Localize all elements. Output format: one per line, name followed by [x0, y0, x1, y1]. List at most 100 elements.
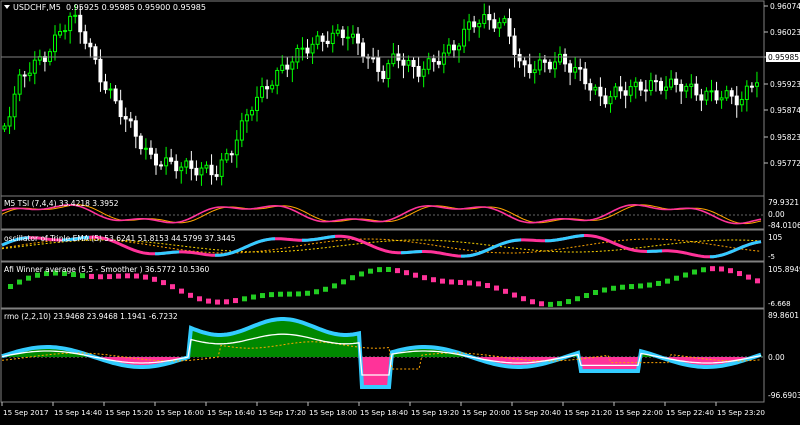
- afi-bar: [98, 274, 103, 280]
- time-tick-label: 15 Sep 18:00: [309, 408, 357, 417]
- candle-body: [623, 90, 628, 96]
- candle-body: [451, 44, 456, 51]
- candle-body: [103, 81, 108, 91]
- afi-bar: [530, 299, 535, 305]
- afi-bar: [584, 293, 589, 299]
- trading-terminal-chart[interactable]: USDCHF,M5 0.95925 0.95985 0.95900 0.9598…: [0, 0, 800, 421]
- tema-scale-bottom: -5: [768, 253, 775, 261]
- candle-body: [234, 139, 239, 156]
- candle-body: [12, 93, 17, 118]
- candle-body: [295, 47, 300, 63]
- candle-body: [568, 63, 573, 73]
- candle-body: [426, 58, 431, 70]
- candle-body: [169, 157, 174, 162]
- candle-body: [244, 114, 249, 122]
- afi-bar: [665, 278, 670, 284]
- tema-up-segment: [400, 250, 423, 255]
- afi-bar: [170, 284, 175, 290]
- afi-bar: [161, 280, 166, 286]
- candle-body: [669, 78, 674, 88]
- candle-body: [638, 81, 643, 91]
- time-tick-label: 15 Sep 21:20: [564, 408, 612, 417]
- candle-body: [436, 61, 441, 65]
- candle-body: [502, 18, 507, 24]
- candle-body: [199, 167, 204, 176]
- candle-body: [381, 70, 386, 79]
- candle-body: [345, 36, 350, 39]
- afi-bar: [656, 280, 661, 286]
- afi-bar: [332, 283, 337, 289]
- afi-bar: [269, 292, 274, 298]
- candle-body: [53, 34, 57, 53]
- candle-body: [300, 47, 305, 50]
- rmo-scale-top: 89.8601: [768, 311, 799, 320]
- candle-body: [679, 83, 684, 92]
- afi-bar: [296, 291, 301, 297]
- time-tick-label: 15 Sep 16:00: [156, 408, 204, 417]
- afi-bar: [638, 283, 643, 289]
- candle-body: [467, 21, 472, 30]
- time-tick-label: 15 Sep 22:40: [666, 408, 714, 417]
- candle-body: [17, 74, 22, 95]
- candle-body: [159, 164, 164, 167]
- candle-body: [522, 60, 527, 66]
- candle-body: [643, 89, 648, 92]
- tsi-scale-bottom: -84.0106: [768, 221, 800, 230]
- candle-body: [270, 84, 275, 90]
- candle-body: [184, 160, 189, 168]
- candle-body: [724, 90, 729, 99]
- candle-body: [391, 53, 396, 65]
- candle-body: [492, 19, 497, 29]
- time-tick-label: 15 Sep 16:40: [207, 408, 255, 417]
- candle-body: [653, 80, 658, 83]
- afi-bar: [575, 296, 580, 302]
- afi-bar: [251, 294, 256, 300]
- candle-body: [249, 109, 254, 116]
- candle-body: [361, 42, 366, 58]
- afi-bar: [134, 273, 139, 279]
- candle-body: [275, 69, 280, 86]
- candle-body: [350, 33, 355, 38]
- candle-body: [739, 98, 744, 106]
- candle-body: [462, 28, 467, 47]
- candle-body: [108, 88, 113, 91]
- candle-body: [118, 100, 123, 118]
- candle-body: [446, 44, 451, 54]
- tema-title: oscillator of Triple EMA (5) 53.6241 51.…: [4, 234, 236, 243]
- candle-body: [7, 116, 12, 127]
- afi-bar: [512, 292, 517, 298]
- time-tick-label: 15 Sep 22:00: [615, 408, 663, 417]
- afi-bar: [503, 288, 508, 294]
- afi-bar: [620, 284, 625, 290]
- candle-body: [265, 86, 270, 90]
- candle-body: [78, 14, 83, 33]
- price-tick-label: 0.95772: [770, 159, 800, 168]
- tema-up-segment: [154, 250, 180, 256]
- rmo-title: rmo (2,2,10) 23.9468 23.9468 1.1941 -6.7…: [4, 312, 178, 321]
- afi-bar: [206, 298, 211, 304]
- afi-bar: [386, 266, 391, 272]
- afi-bar: [188, 292, 193, 298]
- candle-body: [2, 125, 7, 130]
- afi-bar: [485, 283, 490, 289]
- candle-body: [209, 164, 214, 176]
- afi-title: Afi Winner average (5,5 - Smoother ) 36.…: [4, 265, 210, 274]
- candle-body: [542, 59, 547, 63]
- afi-bar: [440, 278, 445, 284]
- afi-bar: [557, 301, 562, 307]
- candle-body: [58, 31, 63, 36]
- afi-bar: [458, 279, 463, 285]
- afi-bar: [413, 272, 418, 278]
- candle-body: [608, 96, 613, 105]
- candle-body: [613, 86, 618, 98]
- ohlc-readout: 0.95925 0.95985 0.95900 0.95985: [66, 3, 206, 12]
- afi-bar: [602, 287, 607, 293]
- candle-body: [552, 61, 557, 70]
- chart-svg[interactable]: USDCHF,M5 0.95925 0.95985 0.95900 0.9598…: [0, 0, 800, 421]
- candle-body: [376, 57, 381, 72]
- candle-body: [547, 61, 552, 70]
- afi-bar: [242, 296, 247, 302]
- afi-bar: [278, 291, 283, 297]
- candle-body: [98, 58, 103, 83]
- candle-body: [164, 157, 169, 167]
